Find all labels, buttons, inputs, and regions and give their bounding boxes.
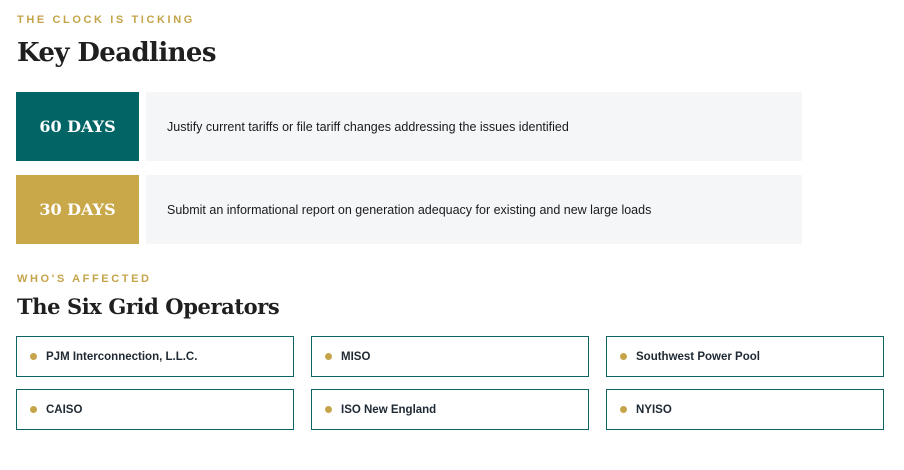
dot-bullet-icon (30, 353, 37, 360)
dot-bullet-icon (620, 406, 627, 413)
deadlines-eyebrow: THE CLOCK IS TICKING (17, 14, 195, 26)
deadline-description-box: Submit an informational report on genera… (146, 175, 802, 244)
deadline-description-box: Justify current tariffs or file tariff c… (146, 92, 802, 161)
operator-card-nyiso: NYISO (606, 389, 884, 430)
operators-title: The Six Grid Operators (17, 294, 280, 319)
deadline-badge-30-days: 30 DAYS (16, 175, 139, 244)
deadlines-title: Key Deadlines (17, 38, 216, 68)
operator-name: NYISO (636, 403, 672, 416)
operator-name: ISO New England (341, 403, 437, 416)
operator-name: Southwest Power Pool (636, 350, 760, 363)
operator-card-pjm: PJM Interconnection, L.L.C. (16, 336, 294, 377)
operator-card-miso: MISO (311, 336, 589, 377)
operators-eyebrow: WHO'S AFFECTED (17, 273, 152, 285)
operator-card-iso-ne: ISO New England (311, 389, 589, 430)
dot-bullet-icon (325, 353, 332, 360)
operator-card-spp: Southwest Power Pool (606, 336, 884, 377)
deadline-description: Submit an informational report on genera… (167, 202, 652, 217)
deadline-badge-60-days: 60 DAYS (16, 92, 139, 161)
dot-bullet-icon (30, 406, 37, 413)
deadline-row-30-days: 30 DAYS Submit an informational report o… (16, 175, 802, 244)
deadline-description: Justify current tariffs or file tariff c… (167, 119, 569, 134)
operator-name: PJM Interconnection, L.L.C. (46, 350, 198, 363)
dot-bullet-icon (620, 353, 627, 360)
operator-name: MISO (341, 350, 371, 363)
deadline-row-60-days: 60 DAYS Justify current tariffs or file … (16, 92, 802, 161)
operator-card-caiso: CAISO (16, 389, 294, 430)
operator-name: CAISO (46, 403, 83, 416)
dot-bullet-icon (325, 406, 332, 413)
